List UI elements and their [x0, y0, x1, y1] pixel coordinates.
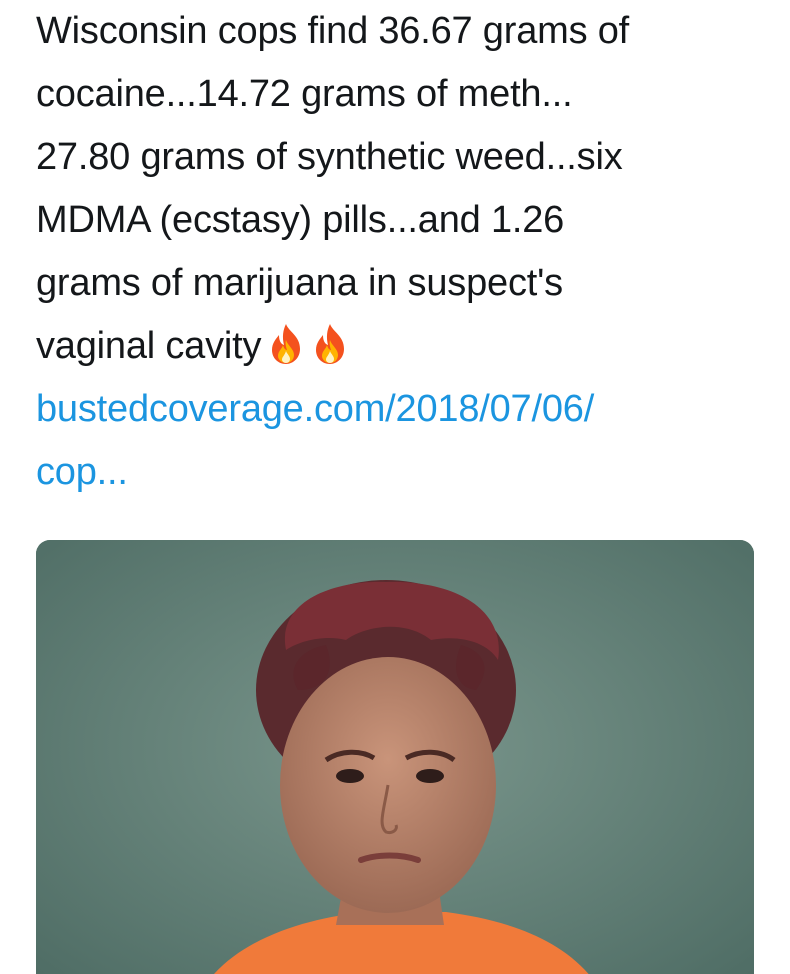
tweet-text: Wisconsin cops find 36.67 grams of cocai… [36, 0, 756, 504]
fire-icon [311, 322, 349, 366]
tweet: Wisconsin cops find 36.67 grams of cocai… [0, 0, 790, 974]
tweet-media-image[interactable] [36, 540, 754, 974]
tweet-text-line-last: vaginal cavity [36, 315, 756, 378]
tweet-text-line: grams of marijuana in suspect's [36, 262, 563, 304]
tweet-text-line: 27.80 grams of synthetic weed...six [36, 136, 623, 178]
tweet-text-line: cocaine...14.72 grams of meth... [36, 73, 573, 115]
tweet-text-line: MDMA (ecstasy) pills...and 1.26 [36, 199, 565, 241]
tweet-text-line: Wisconsin cops find 36.67 grams of [36, 10, 630, 52]
tweet-link-continuation[interactable]: cop... [36, 441, 756, 504]
tweet-link[interactable]: bustedcoverage.com/2018/07/06/ [36, 378, 756, 441]
tweet-text-line: vaginal cavity [36, 325, 262, 367]
fire-icon [267, 322, 305, 366]
mugshot-photo [36, 540, 754, 974]
